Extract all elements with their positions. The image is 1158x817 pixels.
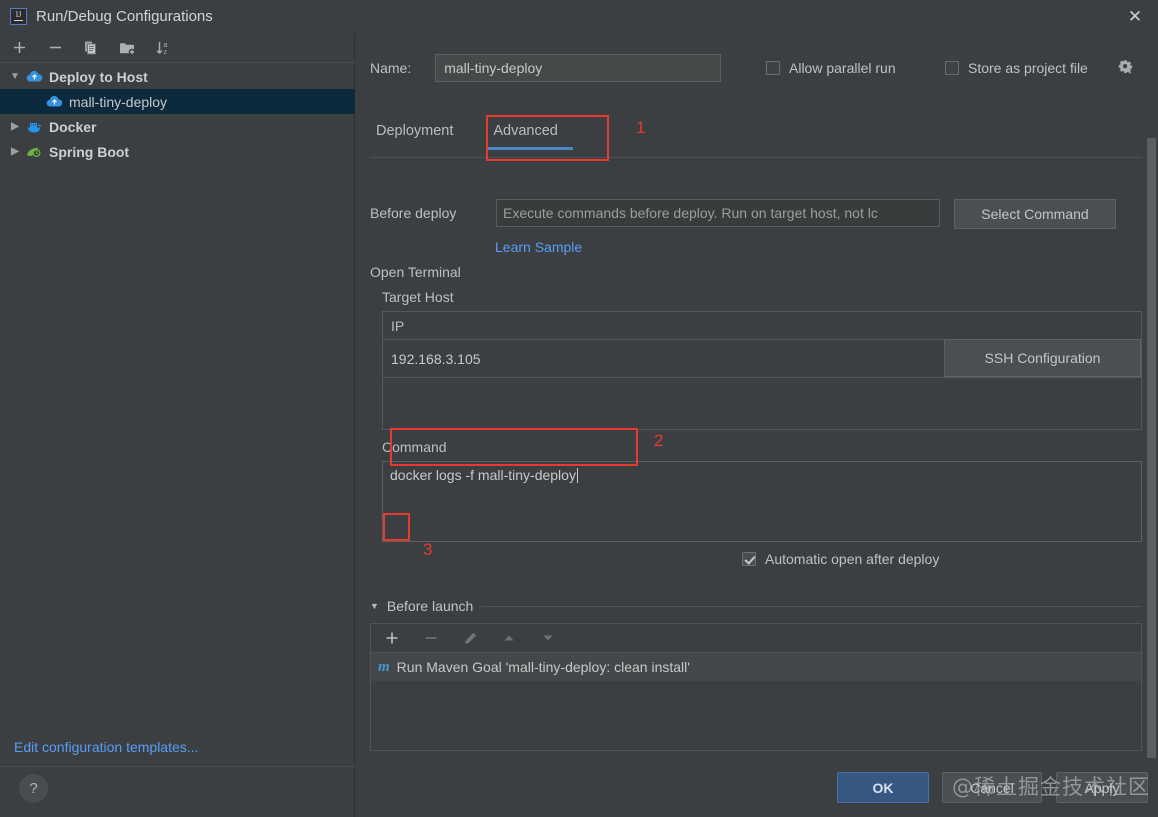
before-launch-label: Before launch bbox=[386, 598, 474, 614]
copy-configuration-button[interactable] bbox=[80, 37, 102, 59]
edit-task-button bbox=[459, 627, 481, 649]
command-value: docker logs -f mall-tiny-deploy bbox=[390, 467, 576, 483]
tab-deployment[interactable]: Deployment bbox=[370, 113, 469, 157]
tree-group-label: Docker bbox=[49, 118, 97, 135]
open-terminal-label: Open Terminal bbox=[370, 264, 461, 280]
configurations-sidebar: a z ▼ Deploy to Host mall-tiny-deploy ▶ … bbox=[0, 33, 355, 817]
svg-text:a: a bbox=[163, 42, 167, 49]
tab-label: Advanced bbox=[493, 123, 558, 139]
allow-parallel-run-label: Allow parallel run bbox=[789, 60, 896, 76]
ok-button[interactable]: OK bbox=[837, 772, 929, 803]
docker-whale-icon bbox=[24, 119, 44, 135]
before-launch-toolbar bbox=[371, 624, 1141, 653]
chevron-right-icon[interactable]: ▶ bbox=[6, 121, 24, 132]
maven-icon: m bbox=[378, 658, 390, 675]
vertical-scrollbar[interactable] bbox=[1145, 123, 1158, 791]
cloud-upload-icon bbox=[44, 94, 64, 110]
target-host-table[interactable]: IP 192.168.3.105 SSH Configuration bbox=[382, 311, 1142, 430]
command-label: Command bbox=[382, 439, 447, 455]
checkbox-box[interactable] bbox=[742, 552, 756, 566]
scrollbar-thumb[interactable] bbox=[1147, 138, 1156, 778]
move-down-button bbox=[537, 627, 559, 649]
sidebar-item-mall-tiny-deploy[interactable]: mall-tiny-deploy bbox=[0, 89, 355, 114]
watermark: @稀土掘金技术社区 bbox=[952, 775, 1150, 799]
annotation-number-2: 2 bbox=[654, 431, 664, 450]
intellij-idea-icon bbox=[10, 8, 27, 25]
before-deploy-input[interactable]: Execute commands before deploy. Run on t… bbox=[496, 199, 940, 227]
tree-group-label: Spring Boot bbox=[49, 143, 130, 160]
checkbox-box[interactable] bbox=[945, 61, 959, 75]
svg-text:z: z bbox=[163, 49, 167, 56]
help-button[interactable]: ? bbox=[19, 774, 48, 803]
remove-task-button bbox=[420, 627, 442, 649]
name-label: Name: bbox=[370, 60, 412, 76]
cell-ip: 192.168.3.105 bbox=[391, 350, 481, 367]
tree-group-spring-boot[interactable]: ▶ Spring Boot bbox=[0, 139, 355, 164]
table-row[interactable]: 192.168.3.105 SSH Configuration bbox=[383, 339, 1141, 378]
chevron-down-icon[interactable]: ▼ bbox=[6, 71, 24, 82]
move-up-button bbox=[498, 627, 520, 649]
annotation-number-1: 1 bbox=[636, 118, 646, 137]
cloud-upload-icon bbox=[24, 69, 44, 85]
tree-group-label: Deploy to Host bbox=[49, 68, 148, 85]
command-textarea[interactable]: docker logs -f mall-tiny-deploy bbox=[382, 461, 1142, 542]
sort-alphabetically-button[interactable]: a z bbox=[152, 37, 174, 59]
configurations-tree[interactable]: ▼ Deploy to Host mall-tiny-deploy ▶ Dock… bbox=[0, 64, 355, 749]
configuration-editor: Name: Allow parallel run Store as projec… bbox=[356, 33, 1158, 791]
add-task-button[interactable] bbox=[381, 627, 403, 649]
table-header: IP bbox=[383, 312, 1141, 340]
learn-sample-link[interactable]: Learn Sample bbox=[495, 239, 582, 255]
select-command-button[interactable]: Select Command bbox=[954, 199, 1116, 229]
automatic-open-label: Automatic open after deploy bbox=[765, 551, 940, 567]
edit-configuration-templates-link[interactable]: Edit configuration templates... bbox=[14, 739, 198, 755]
text-caret bbox=[576, 468, 578, 483]
automatic-open-checkbox[interactable]: Automatic open after deploy bbox=[742, 551, 939, 567]
triangle-down-icon[interactable]: ▼ bbox=[370, 601, 379, 611]
tree-group-docker[interactable]: ▶ Docker bbox=[0, 114, 355, 139]
list-item[interactable]: m Run Maven Goal 'mall-tiny-deploy: clea… bbox=[371, 653, 1141, 681]
add-configuration-button[interactable] bbox=[8, 37, 30, 59]
store-as-project-file-checkbox[interactable]: Store as project file bbox=[945, 60, 1088, 76]
spring-boot-leaf-icon bbox=[24, 144, 44, 160]
checkbox-box[interactable] bbox=[766, 61, 780, 75]
sidebar-toolbar: a z bbox=[0, 33, 355, 63]
target-host-label: Target Host bbox=[382, 289, 454, 305]
remove-configuration-button[interactable] bbox=[44, 37, 66, 59]
tab-active-indicator bbox=[486, 147, 573, 150]
close-icon[interactable]: ✕ bbox=[1112, 0, 1158, 33]
column-header-ip: IP bbox=[391, 317, 405, 334]
tree-group-deploy-to-host[interactable]: ▼ Deploy to Host bbox=[0, 64, 355, 89]
window-titlebar: Run/Debug Configurations ✕ bbox=[0, 0, 1158, 33]
sidebar-item-label: mall-tiny-deploy bbox=[69, 93, 168, 110]
name-input[interactable] bbox=[435, 54, 722, 82]
sidebar-divider bbox=[0, 766, 355, 767]
window-title: Run/Debug Configurations bbox=[36, 8, 213, 25]
before-launch-header[interactable]: ▼ Before launch bbox=[370, 598, 1142, 614]
allow-parallel-run-checkbox[interactable]: Allow parallel run bbox=[766, 60, 896, 76]
list-item-label: Run Maven Goal 'mall-tiny-deploy: clean … bbox=[396, 659, 690, 675]
annotation-number-3: 3 bbox=[423, 540, 433, 559]
before-launch-panel: m Run Maven Goal 'mall-tiny-deploy: clea… bbox=[370, 623, 1142, 751]
editor-tabs[interactable]: Deployment Advanced bbox=[370, 113, 584, 157]
before-deploy-label: Before deploy bbox=[370, 205, 457, 221]
tab-advanced[interactable]: Advanced bbox=[469, 113, 584, 157]
new-folder-button[interactable] bbox=[116, 37, 138, 59]
name-row: Name: bbox=[370, 54, 722, 82]
tab-label: Deployment bbox=[376, 123, 454, 139]
store-as-project-file-label: Store as project file bbox=[968, 60, 1088, 76]
ssh-configuration-button[interactable]: SSH Configuration bbox=[944, 339, 1141, 377]
section-divider bbox=[481, 605, 1142, 607]
tabs-divider bbox=[370, 157, 1142, 158]
chevron-right-icon[interactable]: ▶ bbox=[6, 146, 24, 157]
gear-icon[interactable] bbox=[1118, 59, 1135, 80]
